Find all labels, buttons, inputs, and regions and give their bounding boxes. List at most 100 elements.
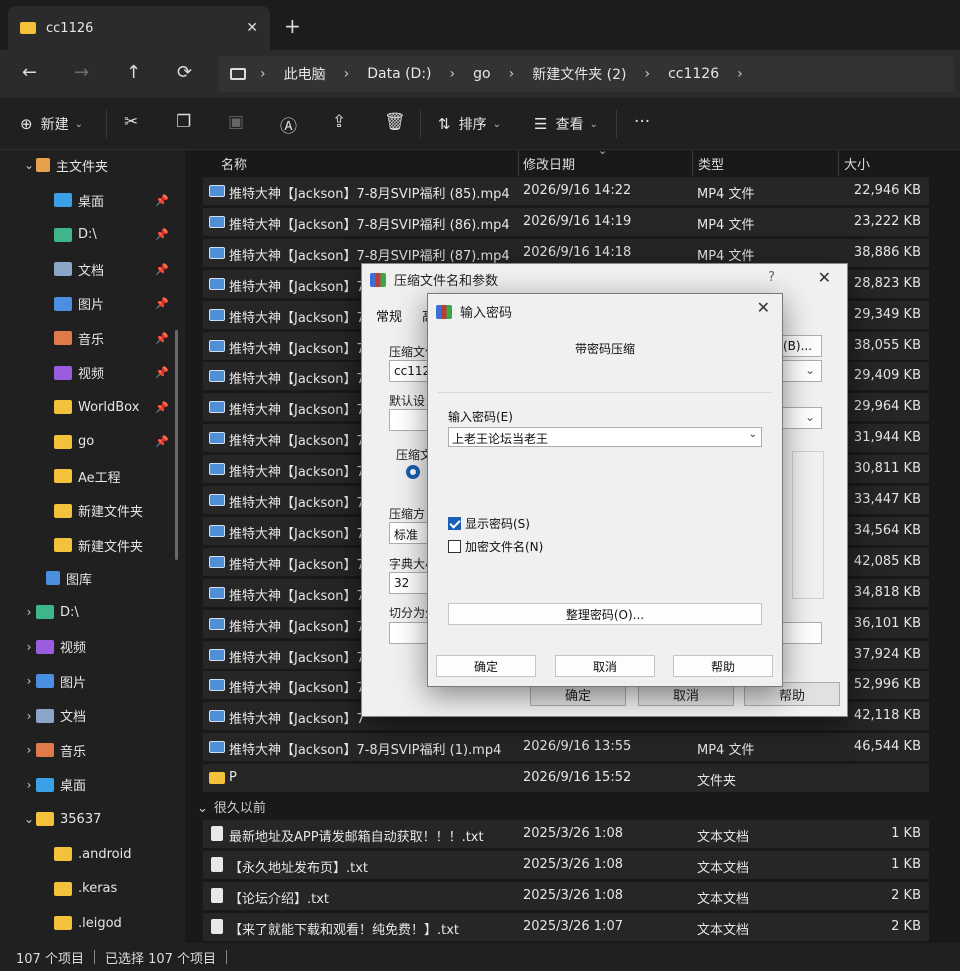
chevron-right-icon[interactable]: › — [22, 605, 36, 619]
breadcrumb-data-d[interactable]: Data (D:) — [367, 66, 431, 82]
tab-cc1126[interactable]: cc1126 ✕ — [8, 6, 270, 50]
sort-button[interactable]: ⇅ 排序 ⌄ — [438, 114, 501, 134]
split-volume-unit[interactable] — [778, 622, 822, 644]
breadcrumb[interactable]: › 此电脑 › Data (D:) › go › 新建文件夹 (2) › cc1… — [218, 56, 954, 92]
table-row[interactable]: 【永久地址发布页】.txt 2025/3/26 1:08 文本文档 1 KB — [203, 850, 929, 879]
paste-icon[interactable]: ▣ — [228, 112, 244, 132]
sidebar-item-gallery[interactable]: 图库 — [46, 563, 92, 593]
sidebar-item[interactable]: 桌面 📌 — [54, 185, 169, 215]
chevron-right-icon[interactable]: › — [22, 709, 36, 723]
breadcrumb-new-folder-2[interactable]: 新建文件夹 (2) — [532, 64, 626, 84]
chevron-right-icon[interactable]: › — [450, 66, 456, 82]
browse-button[interactable]: (B)... — [778, 335, 822, 357]
password-input[interactable]: 上老王论坛当老王 ⌄ — [448, 427, 762, 447]
view-button[interactable]: ☰ 查看 ⌄ — [534, 114, 598, 134]
sidebar-item[interactable]: 文档 📌 — [54, 254, 169, 284]
sidebar-item[interactable]: 新建文件夹 — [54, 530, 143, 560]
column-header-date[interactable]: 修改日期 — [523, 150, 575, 176]
archive-name-input[interactable]: cc1126 — [389, 360, 438, 382]
chevron-right-icon[interactable]: › — [737, 66, 743, 82]
help-icon[interactable]: ? — [768, 270, 775, 285]
profile-field[interactable] — [389, 409, 429, 431]
sidebar-scrollbar[interactable] — [175, 330, 178, 560]
address-row: ← → ↑ ⟳ › 此电脑 › Data (D:) › go › 新建文件夹 (… — [0, 50, 960, 98]
table-row[interactable]: 【来了就能下载和观看！纯免费！】.txt 2025/3/26 1:07 文本文档 2 … — [203, 912, 929, 941]
table-row[interactable]: 推特大神【Jackson】7-8月SVIP福利 (86).mp4 2026/9/1… — [203, 207, 929, 236]
forward-arrow-icon[interactable]: → — [74, 62, 89, 83]
column-header-name[interactable]: 名称 — [221, 150, 247, 176]
compression-method-select[interactable]: 标准 — [389, 522, 429, 544]
organize-passwords-button[interactable]: 整理密码(O)... — [448, 603, 762, 625]
copy-icon[interactable]: ❐ — [176, 112, 191, 132]
breadcrumb-go[interactable]: go — [473, 66, 490, 82]
chevron-right-icon[interactable]: › — [22, 674, 36, 688]
split-volume-input[interactable] — [389, 622, 429, 644]
pictures-icon — [36, 674, 54, 688]
breadcrumb-this-pc[interactable]: 此电脑 — [284, 64, 326, 84]
cell-name: 最新地址及APP请发邮箱自动获取！！！.txt — [229, 830, 484, 845]
archive-name-dropdown[interactable]: ⌄ — [778, 360, 822, 382]
cell-size: 28,823 KB — [853, 275, 921, 291]
chevron-right-icon[interactable]: › — [344, 66, 350, 82]
chevron-right-icon[interactable]: › — [509, 66, 515, 82]
sidebar-item[interactable]: › 图片 — [22, 666, 86, 696]
chevron-right-icon[interactable]: › — [644, 66, 650, 82]
rename-icon[interactable]: Ⓐ — [280, 112, 297, 137]
sidebar-item[interactable]: › 桌面 — [22, 770, 86, 800]
close-tab-icon[interactable]: ✕ — [246, 20, 258, 36]
ok-button[interactable]: 确定 — [436, 655, 536, 677]
breadcrumb-cc1126[interactable]: cc1126 — [668, 66, 719, 82]
refresh-icon[interactable]: ⟳ — [177, 62, 192, 83]
dictionary-size-select[interactable]: 32 — [389, 572, 429, 594]
sidebar-item[interactable]: › 音乐 — [22, 735, 86, 765]
group-header[interactable]: ⌄ 很久以前 — [197, 797, 266, 816]
sidebar-item[interactable]: D:\ 📌 — [54, 220, 169, 250]
close-icon[interactable]: ✕ — [757, 298, 770, 317]
table-row[interactable]: 推特大神【Jackson】7-8月SVIP福利 (1).mp4 2026/9/16… — [203, 733, 929, 762]
chevron-right-icon[interactable]: › — [22, 743, 36, 757]
chevron-down-icon[interactable]: ⌄ — [22, 158, 36, 172]
up-arrow-icon[interactable]: ↑ — [126, 62, 141, 83]
sidebar-item[interactable]: WorldBox 📌 — [54, 392, 169, 422]
table-row[interactable]: 推特大神【Jackson】7-8月SVIP福利 (85).mp4 2026/9/1… — [203, 177, 929, 205]
sidebar-item-35637[interactable]: ⌄ 35637 — [22, 804, 101, 834]
share-icon[interactable]: ⇪ — [332, 112, 346, 132]
back-arrow-icon[interactable]: ← — [22, 62, 37, 83]
show-password-checkbox[interactable]: 显示密码(S) — [448, 515, 530, 532]
new-button[interactable]: ⊕ 新建 ⌄ — [20, 114, 83, 134]
update-mode-dropdown[interactable]: ⌄ — [778, 407, 822, 429]
delete-icon[interactable]: 🗑 — [384, 112, 406, 132]
chevron-down-icon[interactable]: ⌄ — [22, 812, 36, 826]
new-tab-button[interactable]: + — [284, 14, 301, 38]
sidebar-item[interactable]: 视频 📌 — [54, 358, 169, 388]
sidebar-item[interactable]: › 视频 — [22, 632, 86, 662]
chevron-right-icon[interactable]: › — [22, 778, 36, 792]
chevron-right-icon[interactable]: › — [260, 66, 266, 82]
table-row[interactable]: 【论坛介绍】.txt 2025/3/26 1:08 文本文档 2 KB — [203, 881, 929, 910]
chevron-right-icon[interactable]: › — [22, 640, 36, 654]
close-icon[interactable]: ✕ — [818, 268, 831, 287]
more-options-icon[interactable]: ··· — [634, 112, 650, 132]
sidebar-item[interactable]: › D:\ — [22, 597, 79, 627]
sidebar-item[interactable]: go 📌 — [54, 427, 169, 457]
sidebar-item[interactable]: Ae工程 — [54, 461, 121, 491]
chevron-down-icon[interactable]: ⌄ — [749, 429, 757, 440]
sidebar-item[interactable]: .leigod — [54, 908, 122, 938]
tab-general[interactable]: 常规 — [376, 306, 402, 325]
help-button[interactable]: 帮助 — [673, 655, 773, 677]
table-row[interactable]: 最新地址及APP请发邮箱自动获取！！！.txt 2025/3/26 1:08 文本文… — [203, 820, 929, 848]
cut-icon[interactable]: ✂ — [124, 112, 138, 132]
format-radio-rar[interactable] — [406, 465, 420, 479]
sidebar-item[interactable]: .keras — [54, 874, 117, 904]
column-header-size[interactable]: 大小 — [844, 150, 870, 176]
column-header-type[interactable]: 类型 — [698, 150, 724, 176]
sidebar-item[interactable]: 音乐 📌 — [54, 323, 169, 353]
sidebar-item[interactable]: .android — [54, 839, 131, 869]
table-row[interactable]: P 2026/9/16 15:52 文件夹 — [203, 764, 929, 793]
sidebar-item[interactable]: › 文档 — [22, 701, 86, 731]
sidebar-item[interactable]: 图片 📌 — [54, 289, 169, 319]
encrypt-names-checkbox[interactable]: 加密文件名(N) — [448, 538, 543, 555]
cancel-button[interactable]: 取消 — [555, 655, 655, 677]
sidebar-item-home[interactable]: ⌄ 主文件夹 — [22, 150, 108, 180]
sidebar-item[interactable]: 新建文件夹 — [54, 496, 143, 526]
